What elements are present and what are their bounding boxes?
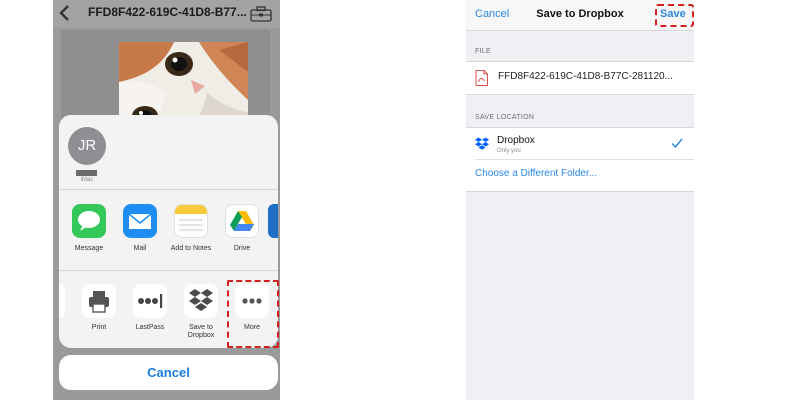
share-app-mail[interactable]: Mail [112,204,168,252]
file-cell: FFD8F422-619C-41D8-B77C-281120... [466,61,694,95]
document-title: FFD8F422-619C-41D8-B77... [88,5,247,19]
share-app-label: Message [74,245,104,252]
file-section-header: FILE [475,48,491,55]
back-chevron-icon[interactable] [56,2,74,24]
messages-icon [72,204,106,238]
checkmark-icon [671,138,683,149]
nav-bar: FFD8F422-619C-41D8-B77... [53,0,280,28]
briefcase-icon[interactable] [250,6,272,22]
share-app-label: Add to Notes [170,245,212,252]
share-app-notes[interactable]: Add to Notes [163,204,219,252]
share-app-message[interactable]: Message [61,204,117,252]
lastpass-icon [133,284,167,318]
airdrop-device-label: iMac [80,177,94,183]
location-subtitle: Only you [497,148,521,154]
share-action-save-to-dropbox[interactable]: Save to Dropbox [176,284,226,340]
pdf-file-icon [475,70,488,86]
share-app-label: Mail [133,245,147,252]
divider [475,159,694,160]
printer-icon [82,284,116,318]
file-name: FFD8F422-619C-41D8-B77C-281120... [498,71,673,82]
share-action-lastpass[interactable]: LastPass [125,284,175,332]
highlight-box [227,280,279,348]
airdrop-name-redacted [76,170,97,176]
airdrop-row: JR iMac [59,115,278,190]
dropbox-icon [184,284,218,318]
save-location-cell: Dropbox Only you Choose a Different Fold… [466,127,694,192]
share-sheet-screen: FFD8F422-619C-41D8-B77... JR iMac Messag… [53,0,280,400]
save-location-header: SAVE LOCATION [475,114,535,121]
mail-icon [123,204,157,238]
app-row: Message Mail Add to Notes Drive [59,190,278,271]
nav-bar: Cancel Save to Dropbox Save [466,0,694,31]
share-action-label: Print [91,324,107,331]
share-action-label: LastPass [135,324,165,331]
share-app-drive[interactable]: Drive [214,204,270,252]
share-app-label: Drive [233,245,251,252]
highlight-box [655,4,694,27]
partial-app-icon [268,204,278,238]
share-action-label: Save to Dropbox [187,324,215,339]
dropbox-icon [475,137,489,150]
location-name[interactable]: Dropbox [497,135,535,146]
cancel-button[interactable]: Cancel [59,355,278,390]
save-to-dropbox-screen: Cancel Save to Dropbox Save FILE FFD8F42… [466,0,694,400]
notes-icon [174,204,208,238]
share-action-print[interactable]: Print [74,284,124,332]
partial-action-icon [59,284,65,318]
google-drive-icon [225,204,259,238]
choose-folder-link[interactable]: Choose a Different Folder... [475,168,597,179]
airdrop-avatar[interactable]: JR [68,127,106,165]
